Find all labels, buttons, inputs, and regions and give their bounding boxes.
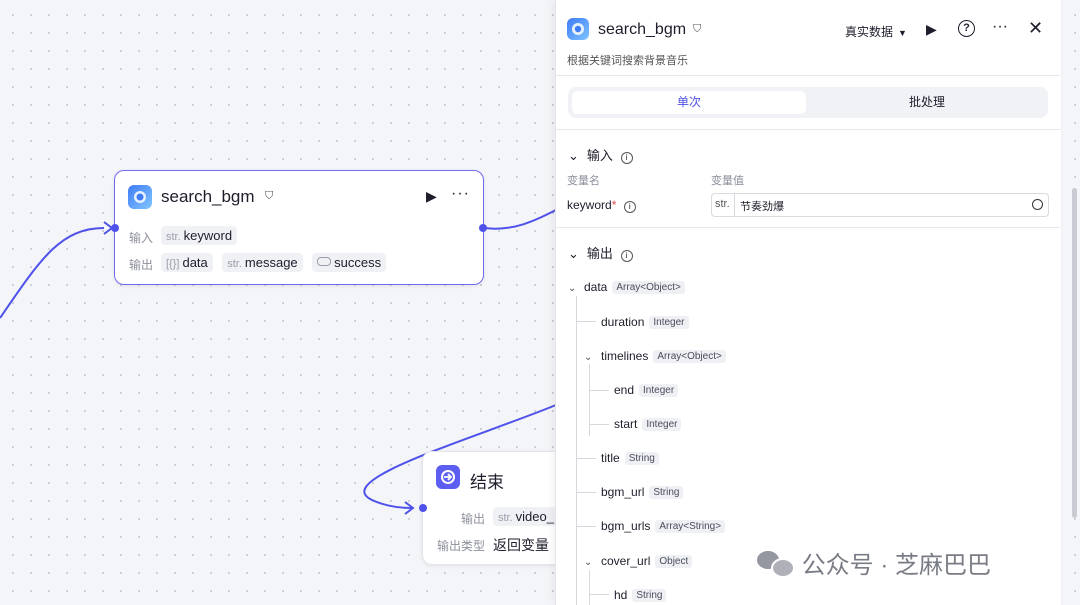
- tree-line: [589, 364, 590, 436]
- tab-single[interactable]: 单次: [572, 91, 806, 114]
- end-input-port[interactable]: [419, 504, 427, 512]
- edge-into-search: [0, 227, 105, 319]
- output-port[interactable]: [479, 224, 487, 232]
- output-row: title String: [601, 451, 659, 465]
- tree-line: [589, 594, 609, 595]
- toggle-icon: [317, 257, 332, 266]
- tree-line: [576, 321, 596, 322]
- output-row: start Integer: [614, 417, 682, 431]
- edge-out-search: [484, 209, 557, 230]
- col-value-header: 变量值: [711, 175, 744, 187]
- var-value-input[interactable]: str. 节奏劲爆: [711, 193, 1049, 217]
- search-bgm-node[interactable]: search_bgm ⛉ ▶ ··· 输入 str. keyword 输出 [{}…: [111, 170, 487, 285]
- debug-icon: ⛉: [693, 23, 702, 35]
- output-row[interactable]: ⌄ data Array<Object>: [568, 280, 685, 294]
- divider: [556, 75, 1061, 76]
- output-row[interactable]: ⌄ cover_url Object: [584, 554, 693, 568]
- end-output-tag: str. video_: [493, 507, 559, 526]
- end-node[interactable]: 结束 输出 str. video_ 输出类型 返回变量: [419, 451, 564, 565]
- divider: [556, 129, 1061, 130]
- output-tag-success: success: [312, 253, 387, 272]
- info-icon: i: [620, 152, 633, 164]
- mode-tabs: 单次 批处理: [568, 87, 1048, 118]
- run-button[interactable]: ▶: [426, 188, 437, 205]
- end-title: 结束: [470, 473, 504, 492]
- end-icon: [436, 465, 460, 489]
- tree-line: [576, 296, 577, 605]
- end-output-kind-value: 返回变量: [493, 537, 549, 553]
- chevron-down-icon: ⌄: [584, 557, 593, 568]
- output-row: hd String: [614, 588, 667, 602]
- plugin-icon: [128, 185, 152, 209]
- chevron-down-icon: ⌄: [568, 148, 579, 163]
- plugin-icon: [567, 18, 589, 40]
- tree-line: [589, 570, 590, 605]
- output-section-header[interactable]: ⌄ 输出 i: [568, 243, 633, 262]
- debug-icon: ⛉: [265, 190, 274, 202]
- scrollbar[interactable]: [1072, 188, 1077, 518]
- tree-line: [589, 424, 609, 425]
- tree-line: [576, 458, 596, 459]
- output-row: duration Integer: [601, 315, 689, 329]
- output-tag-data: [{}] data: [161, 253, 213, 272]
- output-row[interactable]: ⌄ timelines Array<Object>: [584, 349, 726, 363]
- input-section-header[interactable]: ⌄ 输入 i: [568, 145, 633, 164]
- input-tag-keyword: str. keyword: [161, 226, 238, 245]
- tree-line: [576, 526, 596, 527]
- col-name-header: 变量名: [567, 175, 600, 187]
- chevron-down-icon: ⌄: [568, 246, 579, 261]
- more-button[interactable]: ···: [451, 185, 470, 203]
- help-icon[interactable]: ?: [958, 20, 975, 37]
- var-name: keyword* i: [567, 198, 636, 213]
- panel-description: 根据关键词搜索背景音乐: [567, 55, 688, 67]
- output-label: 输出: [129, 258, 154, 272]
- wechat-icon: [757, 549, 795, 578]
- output-row: bgm_url String: [601, 485, 684, 499]
- input-port[interactable]: [111, 224, 119, 232]
- data-mode-select[interactable]: 真实数据 ▼: [845, 23, 907, 40]
- info-icon: i: [623, 201, 636, 213]
- node-detail-panel: search_bgm ⛉ 根据关键词搜索背景音乐 真实数据 ▼ ▶ ? ··· ✕…: [555, 0, 1061, 605]
- tree-line: [576, 492, 596, 493]
- info-icon: i: [620, 250, 633, 262]
- end-output-label: 输出: [461, 512, 486, 526]
- tab-batch[interactable]: 批处理: [810, 91, 1044, 114]
- input-label: 输入: [129, 231, 154, 245]
- output-row: end Integer: [614, 383, 679, 397]
- settings-icon[interactable]: [1032, 199, 1043, 210]
- chevron-down-icon: ⌄: [568, 283, 577, 294]
- divider: [556, 227, 1061, 228]
- chevron-down-icon: ⌄: [584, 352, 593, 363]
- node-title: search_bgm: [161, 187, 255, 206]
- chevron-down-icon: ▼: [898, 28, 907, 38]
- output-tag-message: str. message: [222, 253, 303, 272]
- tree-line: [589, 390, 609, 391]
- close-icon[interactable]: ✕: [1028, 18, 1043, 39]
- run-button[interactable]: ▶: [926, 21, 937, 38]
- panel-title: search_bgm: [598, 21, 687, 38]
- more-button[interactable]: ···: [992, 18, 1008, 36]
- output-row: bgm_urls Array<String>: [601, 519, 726, 533]
- end-output-kind-label: 输出类型: [437, 539, 486, 553]
- watermark: 公众号 · 芝麻巴巴: [757, 545, 991, 579]
